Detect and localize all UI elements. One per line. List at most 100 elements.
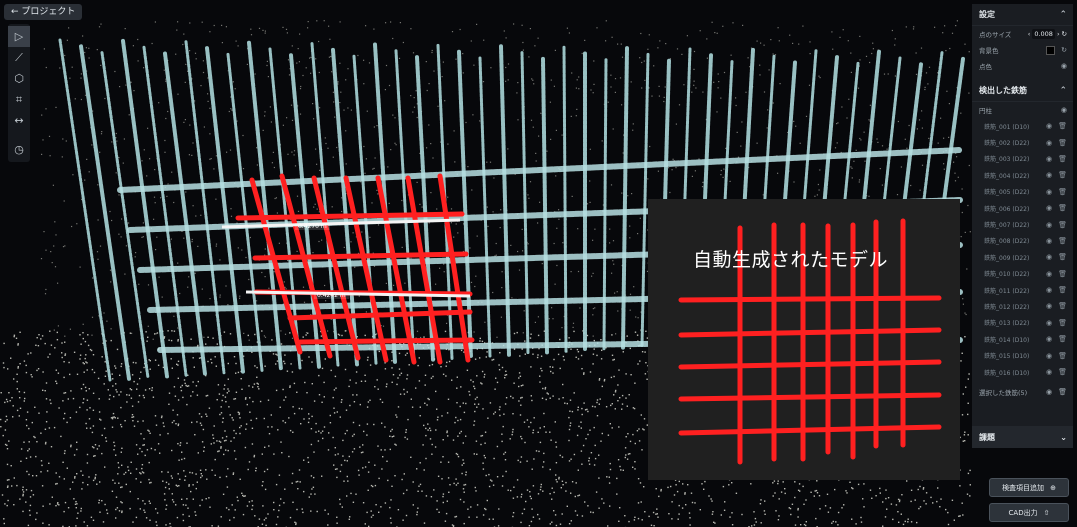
eye-icon[interactable]: ◉ [1046,302,1052,310]
trash-icon[interactable]: 🗑 [1058,204,1067,212]
trash-icon[interactable]: 🗑 [1058,319,1067,327]
eye-icon[interactable]: ◉ [1046,335,1052,343]
chevron-up-icon[interactable]: ⌃ [1059,86,1067,96]
polyline-icon[interactable]: ⟋ [8,47,30,68]
trash-icon[interactable]: 🗑 [1058,352,1067,360]
reset-view-icon[interactable]: ◷ [8,139,30,160]
eye-icon[interactable]: ◉ [1046,270,1052,278]
select-cursor-icon[interactable]: ▷ [8,26,30,47]
eye-icon[interactable]: ◉ [1046,388,1052,396]
generated-model-graphic [678,218,942,465]
rebar-item-label: 鉄筋_006 (D22) [984,205,1030,213]
rebar-list-item[interactable]: 鉄筋_016 (D10) ◉ 🗑 [972,364,1073,380]
rebar-list-item[interactable]: 鉄筋_005 (D22) ◉ 🗑 [972,184,1073,200]
point-size-value[interactable]: 0.008 [1032,29,1055,39]
detected-rebar-title: 検出した鉄筋 [979,86,1027,95]
trash-icon[interactable]: 🗑 [1058,302,1067,310]
eye-icon[interactable]: ◉ [1046,188,1052,196]
add-icon: ⊕ [1050,483,1056,492]
trash-icon[interactable]: 🗑 [1058,335,1067,343]
issues-header[interactable]: 課題 ⌄ [972,426,1073,448]
rebar-list-item[interactable]: 鉄筋_003 (D22) ◉ 🗑 [972,151,1073,167]
increment-icon[interactable]: › [1057,30,1060,38]
trash-icon[interactable]: 🗑 [1058,122,1067,130]
rebar-list-item[interactable]: 鉄筋_006 (D22) ◉ 🗑 [972,200,1073,216]
rebar-item-label: 鉄筋_012 (D22) [984,303,1030,311]
trash-icon[interactable]: 🗑 [1058,139,1067,147]
rebar-list-item[interactable]: 鉄筋_012 (D22) ◉ 🗑 [972,298,1073,314]
rebar-item-label: 鉄筋_010 (D22) [984,271,1030,279]
trash-icon[interactable]: 🗑 [1058,253,1067,261]
crop-icon[interactable]: ⌗ [8,89,30,110]
rebar-list-item[interactable]: 鉄筋_013 (D22) ◉ 🗑 [972,315,1073,331]
rebar-list-item[interactable]: 鉄筋_007 (D22) ◉ 🗑 [972,216,1073,232]
settings-title: 設定 [979,10,995,19]
trash-icon[interactable]: 🗑 [1058,155,1067,163]
back-to-project-button[interactable]: ← プロジェクト [4,4,83,20]
point-color-label: 点色 [979,63,992,71]
eye-icon[interactable]: ◉ [1046,155,1052,163]
rebar-list-item[interactable]: 鉄筋_010 (D22) ◉ 🗑 [972,266,1073,282]
detected-rebar-header[interactable]: 検出した鉄筋 ⌃ [972,80,1073,102]
selected-rebar-row[interactable]: 選択した鉄筋(5) ◉ 🗑 [972,384,1073,400]
rebar-list-item[interactable]: 鉄筋_015 (D10) ◉ 🗑 [972,347,1073,363]
decrement-icon[interactable]: ‹ [1028,30,1031,38]
chevron-down-icon[interactable]: ⌄ [1060,433,1067,442]
eye-icon[interactable]: ◉ [1046,171,1052,179]
eye-icon[interactable]: ◉ [1046,286,1052,294]
eye-icon[interactable]: ◉ [1046,204,1052,212]
cylinder-group-row[interactable]: 円柱 ◉ [972,102,1073,118]
eye-icon[interactable]: ◉ [1046,319,1052,327]
eye-icon[interactable]: ◉ [1046,122,1052,130]
trash-icon[interactable]: 🗑 [1058,368,1067,376]
cad-export-label: CAD出力 [1008,508,1038,517]
measure-icon[interactable]: ↔ [8,110,30,131]
rebar-list-item[interactable]: 鉄筋_011 (D22) ◉ 🗑 [972,282,1073,298]
issues-title: 課題 [979,432,995,442]
rebar-list-item[interactable]: 鉄筋_004 (D22) ◉ 🗑 [972,167,1073,183]
overlay-title: 自動生成されたモデル [693,249,889,271]
generated-model-overlay: 自動生成されたモデル [648,199,960,480]
reset-icon[interactable]: ↻ [1062,30,1067,38]
trash-icon[interactable]: 🗑 [1058,388,1067,396]
trash-icon[interactable]: 🗑 [1058,188,1067,196]
add-inspection-button[interactable]: 検査項目追加 ⊕ [989,478,1069,497]
eye-icon[interactable]: ◉ [1061,106,1067,114]
measurement-label-2: 0.4242 m [314,292,349,299]
point-size-stepper[interactable]: ‹ 0.008 › ↻ [1028,29,1067,39]
rebar-list-item[interactable]: 鉄筋_001 (D10) ◉ 🗑 [972,118,1073,134]
measurement-label-1: 0.4270 m [295,223,330,230]
left-toolbar: ▷ ⟋ ⬡ ⌗ ↔ ◷ [8,24,30,162]
rebar-item-label: 鉄筋_016 (D10) [984,369,1030,377]
reset-icon[interactable]: ↻ [1061,46,1067,55]
trash-icon[interactable]: 🗑 [1058,237,1067,245]
eye-icon[interactable]: ◉ [1046,237,1052,245]
trash-icon[interactable]: 🗑 [1058,171,1067,179]
rebar-list-item[interactable]: 鉄筋_014 (D10) ◉ 🗑 [972,331,1073,347]
back-label: ← プロジェクト [11,7,76,17]
rebar-item-label: 鉄筋_011 (D22) [984,287,1030,295]
rebar-list-item[interactable]: 鉄筋_009 (D22) ◉ 🗑 [972,249,1073,265]
rebar-item-label: 鉄筋_009 (D22) [984,254,1030,262]
trash-icon[interactable]: 🗑 [1058,221,1067,229]
trash-icon[interactable]: 🗑 [1058,270,1067,278]
rebar-item-label: 鉄筋_002 (D22) [984,140,1030,148]
eye-icon[interactable]: ◉ [1061,62,1067,70]
bg-color-swatch[interactable] [1046,45,1056,55]
trash-icon[interactable]: 🗑 [1058,286,1067,294]
chevron-up-icon[interactable]: ⌃ [1059,10,1067,20]
rebar-item-label: 鉄筋_007 (D22) [984,222,1030,230]
eye-icon[interactable]: ◉ [1046,368,1052,376]
bg-color-row: 背景色 ↻ [972,42,1073,58]
rebar-list-item[interactable]: 鉄筋_008 (D22) ◉ 🗑 [972,233,1073,249]
eye-icon[interactable]: ◉ [1046,139,1052,147]
shape-icon[interactable]: ⬡ [8,68,30,89]
settings-header[interactable]: 設定 ⌃ [972,4,1073,26]
eye-icon[interactable]: ◉ [1046,253,1052,261]
eye-icon[interactable]: ◉ [1046,221,1052,229]
right-side-panel: 設定 ⌃ 点のサイズ ‹ 0.008 › ↻ 背景色 ↻ 点色 ◉ 検出した鉄筋… [972,4,1073,444]
rebar-item-label: 鉄筋_001 (D10) [984,123,1030,131]
eye-icon[interactable]: ◉ [1046,352,1052,360]
rebar-list-item[interactable]: 鉄筋_002 (D22) ◉ 🗑 [972,134,1073,150]
cad-export-button[interactable]: CAD出力 ⇧ [989,503,1069,522]
